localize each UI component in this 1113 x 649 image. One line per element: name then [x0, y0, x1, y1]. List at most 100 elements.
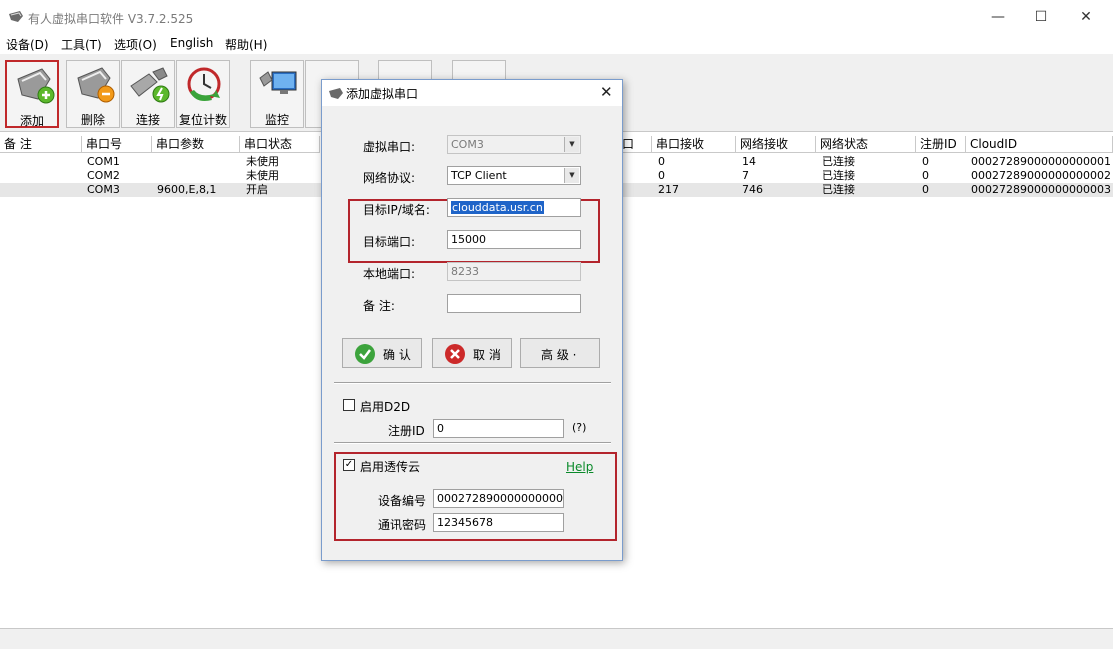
table-cell[interactable]: 14 [742, 155, 756, 169]
help-link[interactable]: Help [566, 460, 593, 474]
dialog-app-icon [329, 88, 343, 99]
table-cell[interactable]: 7 [742, 169, 749, 183]
d2d-checkbox[interactable] [343, 399, 355, 411]
table-cell[interactable]: 已连接 [822, 183, 855, 197]
cancel-x-icon [445, 344, 465, 364]
reg-id-label: 注册ID [388, 424, 425, 438]
protocol-label: 网络协议: [363, 171, 416, 185]
table-cell[interactable]: 0 [922, 169, 929, 183]
protocol-select[interactable]: TCP Client ▼ [447, 166, 581, 185]
add-label: 添加 [19, 114, 44, 128]
monitor-label: 监控 [264, 113, 289, 127]
column-header-port[interactable]: 串口号 [82, 136, 152, 153]
column-header-remark[interactable]: 备 注 [0, 136, 82, 153]
serial-add-icon [17, 68, 55, 104]
table-cell[interactable]: 00027289000000000001 [971, 155, 1111, 169]
serial-remove-icon [77, 67, 115, 103]
table-cell[interactable]: 00027289000000000003 [971, 183, 1111, 197]
chevron-down-icon[interactable]: ▼ [564, 168, 579, 183]
serial-connect-icon [130, 67, 170, 103]
confirm-label: 确 认 [383, 348, 411, 362]
column-header-fragment: 口 [622, 136, 652, 153]
remark-input[interactable] [447, 294, 581, 313]
menu-bar [0, 34, 1113, 54]
table-cell[interactable]: COM1 [87, 155, 120, 169]
table-cell[interactable]: 9600,E,8,1 [157, 183, 216, 197]
target-ip-input[interactable]: clouddata.usr.cn [447, 198, 581, 217]
table-cell[interactable]: 217 [658, 183, 679, 197]
maximize-button[interactable]: ☐ [1018, 0, 1064, 34]
target-port-label: 目标端口: [363, 235, 416, 249]
column-header-params[interactable]: 串口参数 [152, 136, 240, 153]
reset-counter-button[interactable]: 复位计数 [176, 60, 230, 128]
table-cell[interactable]: 0 [658, 169, 665, 183]
reset-counter-icon [187, 67, 221, 101]
column-header-net-status[interactable]: 网络状态 [816, 136, 916, 153]
dialog-close-button[interactable]: ✕ [600, 83, 613, 101]
cancel-button[interactable]: 取 消 [432, 338, 512, 368]
menu-options[interactable]: 选项(O) [114, 36, 157, 53]
table-cell[interactable]: 已连接 [822, 155, 855, 169]
local-port-input: 8233 [447, 262, 581, 281]
check-icon [355, 344, 375, 364]
delete-label: 删除 [80, 113, 105, 127]
status-bar [0, 628, 1113, 649]
device-no-input[interactable]: 00027289000000000003 [433, 489, 564, 508]
table-cell[interactable]: 未使用 [246, 169, 279, 183]
menu-device[interactable]: 设备(D) [6, 36, 49, 53]
title-bar: 有人虚拟串口软件 V3.7.2.525 — ☐ ✕ [0, 0, 1113, 34]
reg-id-help[interactable]: (?) [572, 421, 586, 434]
column-header-net-rx[interactable]: 网络接收 [736, 136, 816, 153]
cloud-checkbox[interactable]: ✓ [343, 459, 355, 471]
table-cell[interactable]: COM2 [87, 169, 120, 183]
monitor-icon [259, 71, 297, 94]
table-cell[interactable]: 0 [658, 155, 665, 169]
table-cell[interactable]: 已连接 [822, 169, 855, 183]
target-port-input[interactable]: 15000 [447, 230, 581, 249]
table-cell[interactable]: 00027289000000000002 [971, 169, 1111, 183]
close-button[interactable]: ✕ [1063, 0, 1109, 34]
remark-label: 备 注: [363, 299, 395, 313]
virtual-port-label: 虚拟串口: [363, 140, 416, 154]
menu-english[interactable]: English [170, 36, 213, 50]
table-cell[interactable]: 0 [922, 155, 929, 169]
protocol-value: TCP Client [451, 169, 507, 182]
advanced-label: 高 级 · [541, 348, 577, 362]
advanced-button[interactable]: 高 级 · [520, 338, 600, 368]
d2d-label: 启用D2D [360, 400, 411, 414]
add-virtual-port-dialog: 添加虚拟串口 ✕ 虚拟串口: COM3 ▼ 网络协议: TCP Client ▼… [321, 79, 623, 561]
virtual-port-select: COM3 ▼ [447, 135, 581, 154]
column-header-cloud-id[interactable]: CloudID [966, 136, 1113, 153]
device-no-label: 设备编号 [378, 494, 427, 508]
reset-counter-label: 复位计数 [178, 113, 227, 127]
column-header-status[interactable]: 串口状态 [240, 136, 320, 153]
table-cell[interactable]: 0 [922, 183, 929, 197]
cloud-label: 启用透传云 [360, 460, 421, 474]
password-input[interactable]: 12345678 [433, 513, 564, 532]
column-header-serial-rx[interactable]: 串口接收 [652, 136, 736, 153]
chevron-down-icon: ▼ [564, 137, 579, 152]
connect-label: 连接 [135, 113, 160, 127]
table-cell[interactable]: 开启 [246, 183, 268, 197]
column-header-reg-id[interactable]: 注册ID [916, 136, 966, 153]
password-label: 通讯密码 [378, 518, 427, 532]
menu-tools[interactable]: 工具(T) [61, 36, 102, 53]
app-icon [9, 11, 23, 22]
confirm-button[interactable]: 确 认 [342, 338, 422, 368]
monitor-button[interactable]: 监控 [250, 60, 304, 128]
table-cell[interactable]: 746 [742, 183, 763, 197]
connect-button[interactable]: 连接 [121, 60, 175, 128]
menu-help[interactable]: 帮助(H) [225, 36, 267, 53]
reg-id-input[interactable]: 0 [433, 419, 564, 438]
add-button[interactable]: 添加 [5, 60, 59, 128]
table-cell[interactable]: COM3 [87, 183, 120, 197]
target-ip-value: clouddata.usr.cn [451, 201, 544, 214]
target-ip-label: 目标IP/域名: [363, 203, 430, 217]
cancel-label: 取 消 [473, 348, 501, 362]
delete-button[interactable]: 删除 [66, 60, 120, 128]
divider [334, 382, 611, 384]
minimize-button[interactable]: — [975, 0, 1021, 34]
window-title: 有人虚拟串口软件 V3.7.2.525 [28, 12, 194, 26]
dialog-title: 添加虚拟串口 [346, 87, 419, 101]
table-cell[interactable]: 未使用 [246, 155, 279, 169]
